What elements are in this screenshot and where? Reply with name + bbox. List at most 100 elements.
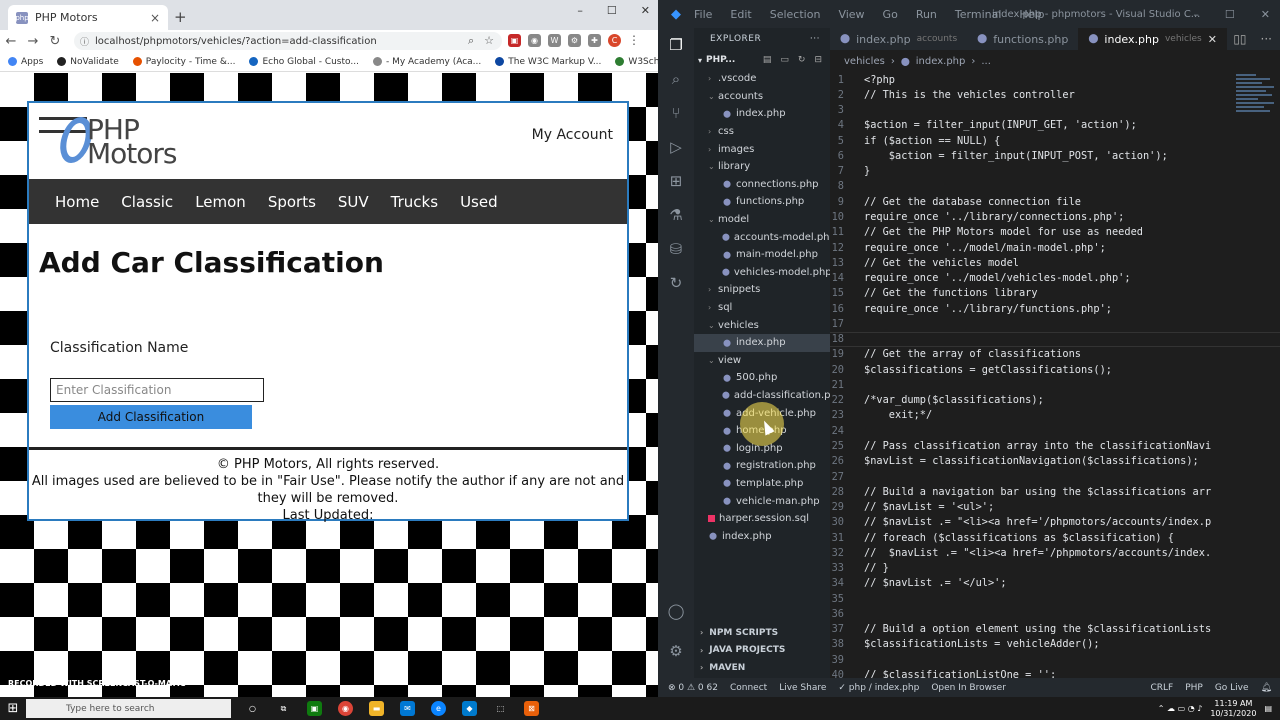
code-line[interactable]: 35: [830, 591, 1280, 606]
code-line[interactable]: 22 /*var_dump($classifications);: [830, 393, 1280, 408]
classification-name-input[interactable]: [50, 378, 264, 402]
back-icon[interactable]: ←: [0, 34, 22, 49]
editor-tab[interactable]: ⬤ functions.php: [967, 28, 1078, 50]
code-line[interactable]: 27: [830, 469, 1280, 484]
code-line[interactable]: 24: [830, 423, 1280, 438]
panel-npm-scripts[interactable]: › NPM SCRIPTS: [694, 624, 830, 642]
code-line[interactable]: 39: [830, 652, 1280, 667]
code-line[interactable]: 16 require_once '../library/functions.php…: [830, 301, 1280, 316]
code-line[interactable]: 3: [830, 103, 1280, 118]
code-line[interactable]: 7}: [830, 164, 1280, 179]
status-language-file[interactable]: ✓ php / index.php: [838, 683, 919, 693]
extension-icon[interactable]: ◉: [528, 33, 541, 47]
bookmark-item[interactable]: Echo Global - Custo...: [249, 57, 359, 67]
project-header[interactable]: ▾ PHP... ▤ ▭ ↻ ⊟: [694, 50, 830, 70]
tree-folder[interactable]: ⌄ model: [694, 211, 830, 229]
explorer-icon[interactable]: ❐: [658, 28, 694, 62]
code-line[interactable]: 21: [830, 377, 1280, 392]
database-icon[interactable]: ⛁: [658, 232, 694, 266]
code-area[interactable]: 1 <?php 2 // This is the vehicles controlle…: [830, 72, 1280, 683]
tree-file[interactable]: ⬤ home.php: [694, 422, 830, 440]
my-account-link[interactable]: My Account: [532, 127, 613, 143]
info-icon[interactable]: ⓘ: [80, 35, 89, 48]
code-line[interactable]: 14 require_once '../model/vehicles-model.…: [830, 270, 1280, 285]
tree-file[interactable]: ⬤ vehicles-model.php: [694, 264, 830, 282]
close-tab-icon[interactable]: ×: [150, 11, 160, 25]
menu-go[interactable]: Go: [883, 8, 898, 21]
menu-run[interactable]: Run: [916, 8, 937, 21]
code-line[interactable]: 19 // Get the array of classifications: [830, 347, 1280, 362]
extension-icon[interactable]: ⚙: [568, 33, 581, 47]
minimize-button[interactable]: –: [1193, 8, 1199, 21]
status-language[interactable]: PHP: [1185, 683, 1203, 693]
code-line[interactable]: 13 // Get the vehicles model: [830, 255, 1280, 270]
tree-folder[interactable]: › snippets: [694, 281, 830, 299]
tree-file[interactable]: ⬤ login.php: [694, 439, 830, 457]
address-bar[interactable]: ⓘ localhost/phpmotors/vehicles/?action=a…: [74, 32, 502, 50]
tree-file[interactable]: ⬤add-classification.php: [694, 387, 830, 405]
code-line[interactable]: 32 // $navList .= "<li><a href='/phpmotor…: [830, 545, 1280, 560]
editor-tab[interactable]: ⬤ index.php accounts: [830, 28, 967, 50]
extension-icon[interactable]: ▣: [508, 33, 521, 47]
code-line[interactable]: 25 // Pass classification array into the …: [830, 438, 1280, 453]
more-actions-icon[interactable]: ···: [1261, 32, 1272, 46]
code-line[interactable]: 1 <?php: [830, 72, 1280, 87]
code-line[interactable]: 17: [830, 316, 1280, 331]
tree-folder[interactable]: ⌄ accounts: [694, 88, 830, 106]
add-classification-button[interactable]: Add Classification: [50, 405, 252, 429]
nav-sports[interactable]: Sports: [268, 193, 316, 211]
code-line[interactable]: 38 $classificationLists = vehicleAdder();: [830, 637, 1280, 652]
status-go-live[interactable]: Go Live: [1215, 683, 1249, 693]
testing-icon[interactable]: ⚗: [658, 198, 694, 232]
panel-java-projects[interactable]: › JAVA PROJECTS: [694, 642, 830, 660]
tree-file[interactable]: harper.session.sql: [694, 510, 830, 528]
bookmark-item[interactable]: NoValidate: [57, 57, 119, 67]
bookmark-apps[interactable]: Apps: [8, 57, 43, 67]
status-live-share[interactable]: Live Share: [779, 683, 826, 693]
tree-file[interactable]: ⬤ vehicle-man.php: [694, 492, 830, 510]
edge-icon[interactable]: e: [431, 701, 446, 716]
new-file-icon[interactable]: ▤: [763, 55, 772, 65]
code-line[interactable]: 37 // Build a option element using the $c…: [830, 622, 1280, 637]
clock[interactable]: 11:19 AM 10/31/2020: [1210, 699, 1256, 719]
puzzle-icon[interactable]: ✚: [588, 33, 601, 47]
status-open-in-browser[interactable]: Open In Browser: [931, 683, 1006, 693]
extensions-icon[interactable]: ⊞: [658, 164, 694, 198]
menu-edit[interactable]: Edit: [730, 8, 751, 21]
refresh-icon[interactable]: ↻: [798, 55, 806, 65]
live-share-icon[interactable]: ↻: [658, 266, 694, 300]
reload-icon[interactable]: ↻: [44, 34, 66, 49]
minimap[interactable]: [1232, 72, 1280, 212]
tree-folder[interactable]: › images: [694, 140, 830, 158]
close-tab-icon[interactable]: ✕: [1208, 33, 1217, 46]
status-eol[interactable]: CRLF: [1150, 683, 1173, 693]
extension-icon[interactable]: W: [548, 33, 561, 47]
panel-maven[interactable]: › MAVEN: [694, 659, 830, 677]
code-line[interactable]: 34 // $navList .= '</ul>';: [830, 576, 1280, 591]
tree-file[interactable]: ⬤ accounts-model.php: [694, 228, 830, 246]
store-icon[interactable]: ▣: [307, 701, 322, 716]
tree-file[interactable]: ⬤ functions.php: [694, 193, 830, 211]
more-actions-icon[interactable]: ···: [810, 34, 830, 44]
bookmark-item[interactable]: The W3C Markup V...: [495, 57, 601, 67]
notification-icon[interactable]: ▤: [1264, 704, 1272, 713]
tree-file[interactable]: ⬤ connections.php: [694, 176, 830, 194]
tree-folder[interactable]: ⌄ vehicles: [694, 316, 830, 334]
nav-lemon[interactable]: Lemon: [195, 193, 246, 211]
nav-trucks[interactable]: Trucks: [391, 193, 438, 211]
tree-file[interactable]: ⬤ template.php: [694, 475, 830, 493]
tree-folder[interactable]: ⌄ view: [694, 352, 830, 370]
collapse-all-icon[interactable]: ⊟: [814, 55, 822, 65]
nav-suv[interactable]: SUV: [338, 193, 369, 211]
file-explorer-icon[interactable]: ▬: [369, 701, 384, 716]
bookmark-item[interactable]: Paylocity - Time &...: [132, 57, 235, 67]
mail-icon[interactable]: ✉: [400, 701, 415, 716]
run-debug-icon[interactable]: ▷: [658, 130, 694, 164]
tree-folder[interactable]: › .vscode: [694, 70, 830, 88]
nav-used[interactable]: Used: [460, 193, 498, 211]
tree-folder[interactable]: › css: [694, 123, 830, 141]
code-line[interactable]: 8: [830, 179, 1280, 194]
recorder-taskbar-icon[interactable]: ⊠: [524, 701, 539, 716]
menu-view[interactable]: View: [838, 8, 864, 21]
taskbar-search[interactable]: Type here to search: [26, 699, 231, 718]
